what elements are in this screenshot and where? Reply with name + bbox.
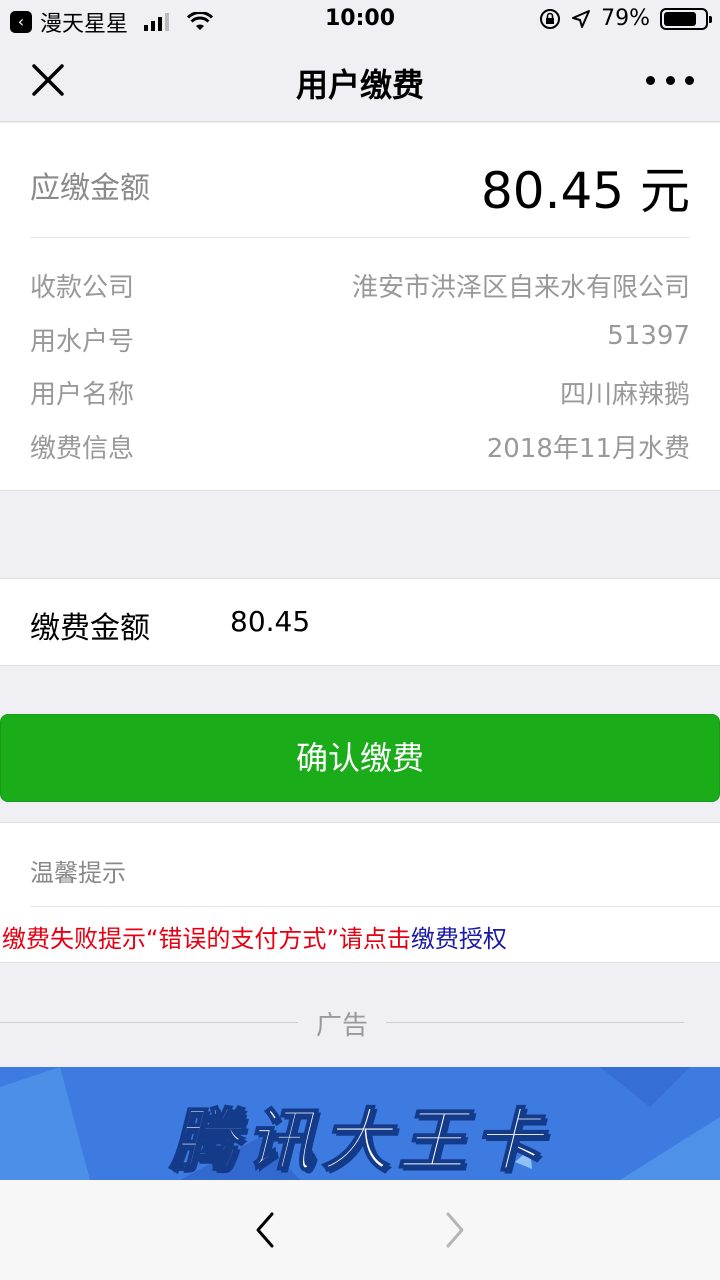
banner-text: 腾讯大王卡 [169,1101,550,1180]
payment-amount-label: 缴费金额 [30,611,150,646]
more-icon[interactable] [646,68,694,92]
due-amount-row: 应缴金额 80.45 元 [30,123,690,238]
payment-authorization-link[interactable]: 缴费授权 [411,925,507,953]
orientation-lock-icon [540,8,561,29]
info-label: 缴费信息 [30,434,135,464]
info-row-company: 收款公司 淮安市洪泽区自来水有限公司 [30,267,690,307]
battery-icon [660,7,712,30]
bill-card: 应缴金额 80.45 元 收款公司 淮安市洪泽区自来水有限公司 用水户号 513… [0,123,720,491]
battery-percent: 79% [601,6,650,31]
info-label: 用户名称 [30,380,135,410]
info-value: 51397 [607,321,690,351]
chevron-left-icon[interactable] [250,1210,280,1250]
ad-divider: 广告 [0,1003,720,1043]
info-value: 2018年11月水费 [486,434,690,464]
ad-label: 广告 [315,1011,368,1041]
nav-bar: 用户缴费 [0,40,720,122]
status-right: 79% [539,6,712,31]
tips-message-text: 缴费失败提示“错误的支付方式”请点击 [2,925,411,953]
page-title: 用户缴费 [295,66,424,104]
info-label: 用水户号 [30,327,135,357]
status-bar: ‹ 漫天星星 10:00 79% [0,0,720,40]
divider [30,906,720,907]
info-row-account: 用水户号 51397 [30,321,690,361]
tips-heading: 温馨提示 [30,859,126,887]
confirm-payment-button[interactable]: 确认缴费 [0,714,720,802]
ad-banner[interactable]: 腾讯大王卡 [0,1067,720,1180]
payment-amount-input[interactable]: 80.45 [230,605,310,638]
chevron-right-icon[interactable] [440,1210,470,1250]
info-value: 四川麻辣鹅 [559,380,690,410]
tips-message: 缴费失败提示“错误的支付方式”请点击缴费授权 [2,919,507,954]
info-label: 收款公司 [30,273,135,303]
info-value: 淮安市洪泽区自来水有限公司 [351,273,690,303]
location-icon [572,9,591,28]
info-row-username: 用户名称 四川麻辣鹅 [30,374,690,414]
divider-line [386,1022,684,1023]
tips-section: 温馨提示 缴费失败提示“错误的支付方式”请点击缴费授权 [0,822,720,963]
bottom-nav [0,1180,720,1280]
due-amount-label: 应缴金额 [30,171,150,206]
due-amount-value: 80.45 元 [480,162,690,220]
payment-amount-row: 缴费金额 80.45 [0,578,720,666]
info-row-payment-info: 缴费信息 2018年11月水费 [30,428,690,468]
